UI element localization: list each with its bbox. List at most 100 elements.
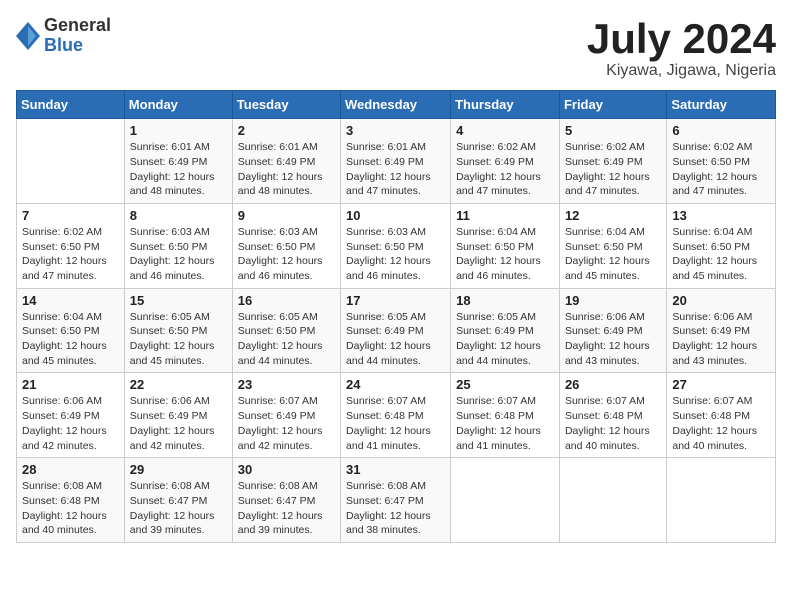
week-row-4: 21 Sunrise: 6:06 AM Sunset: 6:49 PM Dayli… bbox=[17, 373, 776, 458]
week-row-5: 28 Sunrise: 6:08 AM Sunset: 6:48 PM Dayli… bbox=[17, 458, 776, 543]
day-info: Sunrise: 6:06 AM Sunset: 6:49 PM Dayligh… bbox=[22, 394, 119, 453]
day-number: 27 bbox=[672, 377, 770, 392]
day-cell: 2Sunrise: 6:01 AM Sunset: 6:49 PM Daylig… bbox=[232, 119, 340, 204]
day-cell: 7Sunrise: 6:02 AM Sunset: 6:50 PM Daylig… bbox=[17, 203, 125, 288]
day-info: Sunrise: 6:07 AM Sunset: 6:48 PM Dayligh… bbox=[672, 394, 770, 453]
header-row: SundayMondayTuesdayWednesdayThursdayFrid… bbox=[17, 91, 776, 119]
day-number: 16 bbox=[238, 293, 335, 308]
day-cell: 30 Sunrise: 6:08 AM Sunset: 6:47 PM Dayli… bbox=[232, 458, 340, 543]
day-info: Sunrise: 6:05 AM Sunset: 6:49 PM Dayligh… bbox=[346, 310, 445, 369]
day-info: Sunrise: 6:02 AM Sunset: 6:49 PM Dayligh… bbox=[565, 140, 661, 199]
day-cell: 11 Sunrise: 6:04 AM Sunset: 6:50 PM Dayli… bbox=[451, 203, 560, 288]
logo-icon bbox=[16, 22, 40, 50]
day-info: Sunrise: 6:04 AM Sunset: 6:50 PM Dayligh… bbox=[456, 225, 554, 284]
day-cell: 13 Sunrise: 6:04 AM Sunset: 6:50 PM Dayli… bbox=[667, 203, 776, 288]
day-number: 26 bbox=[565, 377, 661, 392]
day-cell bbox=[17, 119, 125, 204]
day-info: Sunrise: 6:08 AM Sunset: 6:47 PM Dayligh… bbox=[130, 479, 227, 538]
day-cell: 25Sunrise: 6:07 AM Sunset: 6:48 PM Dayli… bbox=[451, 373, 560, 458]
day-number: 13 bbox=[672, 208, 770, 223]
day-info: Sunrise: 6:04 AM Sunset: 6:50 PM Dayligh… bbox=[565, 225, 661, 284]
day-info: Sunrise: 6:04 AM Sunset: 6:50 PM Dayligh… bbox=[672, 225, 770, 284]
day-number: 11 bbox=[456, 208, 554, 223]
day-number: 30 bbox=[238, 462, 335, 477]
title-block: July 2024 Kiyawa, Jigawa, Nigeria bbox=[587, 16, 776, 80]
day-number: 21 bbox=[22, 377, 119, 392]
day-cell: 18Sunrise: 6:05 AM Sunset: 6:49 PM Dayli… bbox=[451, 288, 560, 373]
day-number: 5 bbox=[565, 123, 661, 138]
day-number: 4 bbox=[456, 123, 554, 138]
day-number: 8 bbox=[130, 208, 227, 223]
day-cell bbox=[559, 458, 666, 543]
subtitle: Kiyawa, Jigawa, Nigeria bbox=[587, 62, 776, 80]
day-info: Sunrise: 6:06 AM Sunset: 6:49 PM Dayligh… bbox=[130, 394, 227, 453]
day-info: Sunrise: 6:08 AM Sunset: 6:48 PM Dayligh… bbox=[22, 479, 119, 538]
day-number: 20 bbox=[672, 293, 770, 308]
day-info: Sunrise: 6:04 AM Sunset: 6:50 PM Dayligh… bbox=[22, 310, 119, 369]
day-cell: 31Sunrise: 6:08 AM Sunset: 6:47 PM Dayli… bbox=[341, 458, 451, 543]
day-cell: 16 Sunrise: 6:05 AM Sunset: 6:50 PM Dayli… bbox=[232, 288, 340, 373]
day-cell: 9 Sunrise: 6:03 AM Sunset: 6:50 PM Daylig… bbox=[232, 203, 340, 288]
header-day-sunday: Sunday bbox=[17, 91, 125, 119]
day-number: 1 bbox=[130, 123, 227, 138]
day-number: 3 bbox=[346, 123, 445, 138]
day-info: Sunrise: 6:06 AM Sunset: 6:49 PM Dayligh… bbox=[672, 310, 770, 369]
day-info: Sunrise: 6:03 AM Sunset: 6:50 PM Dayligh… bbox=[238, 225, 335, 284]
main-title: July 2024 bbox=[587, 16, 776, 62]
day-number: 2 bbox=[238, 123, 335, 138]
day-info: Sunrise: 6:03 AM Sunset: 6:50 PM Dayligh… bbox=[130, 225, 227, 284]
logo-general-text: General bbox=[44, 16, 111, 36]
header-day-friday: Friday bbox=[559, 91, 666, 119]
day-cell: 1Sunrise: 6:01 AM Sunset: 6:49 PM Daylig… bbox=[124, 119, 232, 204]
calendar-header: SundayMondayTuesdayWednesdayThursdayFrid… bbox=[17, 91, 776, 119]
day-cell: 12 Sunrise: 6:04 AM Sunset: 6:50 PM Dayli… bbox=[559, 203, 666, 288]
day-info: Sunrise: 6:03 AM Sunset: 6:50 PM Dayligh… bbox=[346, 225, 445, 284]
day-number: 25 bbox=[456, 377, 554, 392]
week-row-1: 1 Sunrise: 6:01 AM Sunset: 6:49 PM Daylig… bbox=[17, 119, 776, 204]
day-info: Sunrise: 6:02 AM Sunset: 6:50 PM Dayligh… bbox=[672, 140, 770, 199]
day-cell: 20 Sunrise: 6:06 AM Sunset: 6:49 PM Dayli… bbox=[667, 288, 776, 373]
day-number: 10 bbox=[346, 208, 445, 223]
day-number: 17 bbox=[346, 293, 445, 308]
day-cell: 17 Sunrise: 6:05 AM Sunset: 6:49 PM Dayli… bbox=[341, 288, 451, 373]
day-cell: 6Sunrise: 6:02 AM Sunset: 6:50 PM Daylig… bbox=[667, 119, 776, 204]
day-number: 28 bbox=[22, 462, 119, 477]
logo: General Blue bbox=[16, 16, 111, 56]
day-cell: 15 Sunrise: 6:05 AM Sunset: 6:50 PM Dayli… bbox=[124, 288, 232, 373]
day-cell: 10 Sunrise: 6:03 AM Sunset: 6:50 PM Dayli… bbox=[341, 203, 451, 288]
day-number: 9 bbox=[238, 208, 335, 223]
day-info: Sunrise: 6:05 AM Sunset: 6:50 PM Dayligh… bbox=[130, 310, 227, 369]
calendar-table: SundayMondayTuesdayWednesdayThursdayFrid… bbox=[16, 90, 776, 543]
day-info: Sunrise: 6:02 AM Sunset: 6:49 PM Dayligh… bbox=[456, 140, 554, 199]
day-number: 15 bbox=[130, 293, 227, 308]
day-number: 19 bbox=[565, 293, 661, 308]
day-cell: 26Sunrise: 6:07 AM Sunset: 6:48 PM Dayli… bbox=[559, 373, 666, 458]
week-row-3: 14 Sunrise: 6:04 AM Sunset: 6:50 PM Dayli… bbox=[17, 288, 776, 373]
day-cell: 29 Sunrise: 6:08 AM Sunset: 6:47 PM Dayli… bbox=[124, 458, 232, 543]
day-number: 7 bbox=[22, 208, 119, 223]
day-info: Sunrise: 6:07 AM Sunset: 6:48 PM Dayligh… bbox=[346, 394, 445, 453]
day-number: 23 bbox=[238, 377, 335, 392]
day-info: Sunrise: 6:01 AM Sunset: 6:49 PM Dayligh… bbox=[346, 140, 445, 199]
calendar-body: 1 Sunrise: 6:01 AM Sunset: 6:49 PM Daylig… bbox=[17, 119, 776, 543]
day-number: 14 bbox=[22, 293, 119, 308]
day-info: Sunrise: 6:06 AM Sunset: 6:49 PM Dayligh… bbox=[565, 310, 661, 369]
day-number: 24 bbox=[346, 377, 445, 392]
day-info: Sunrise: 6:08 AM Sunset: 6:47 PM Dayligh… bbox=[238, 479, 335, 538]
day-info: Sunrise: 6:08 AM Sunset: 6:47 PM Dayligh… bbox=[346, 479, 445, 538]
week-row-2: 7Sunrise: 6:02 AM Sunset: 6:50 PM Daylig… bbox=[17, 203, 776, 288]
header-day-thursday: Thursday bbox=[451, 91, 560, 119]
header-day-saturday: Saturday bbox=[667, 91, 776, 119]
day-cell: 24 Sunrise: 6:07 AM Sunset: 6:48 PM Dayli… bbox=[341, 373, 451, 458]
day-cell: 21 Sunrise: 6:06 AM Sunset: 6:49 PM Dayli… bbox=[17, 373, 125, 458]
day-cell: 27 Sunrise: 6:07 AM Sunset: 6:48 PM Dayli… bbox=[667, 373, 776, 458]
day-number: 18 bbox=[456, 293, 554, 308]
day-number: 29 bbox=[130, 462, 227, 477]
day-cell: 23 Sunrise: 6:07 AM Sunset: 6:49 PM Dayli… bbox=[232, 373, 340, 458]
page-header: General Blue July 2024 Kiyawa, Jigawa, N… bbox=[16, 16, 776, 80]
day-number: 12 bbox=[565, 208, 661, 223]
day-cell bbox=[667, 458, 776, 543]
day-cell: 19 Sunrise: 6:06 AM Sunset: 6:49 PM Dayli… bbox=[559, 288, 666, 373]
day-info: Sunrise: 6:05 AM Sunset: 6:50 PM Dayligh… bbox=[238, 310, 335, 369]
day-info: Sunrise: 6:07 AM Sunset: 6:49 PM Dayligh… bbox=[238, 394, 335, 453]
